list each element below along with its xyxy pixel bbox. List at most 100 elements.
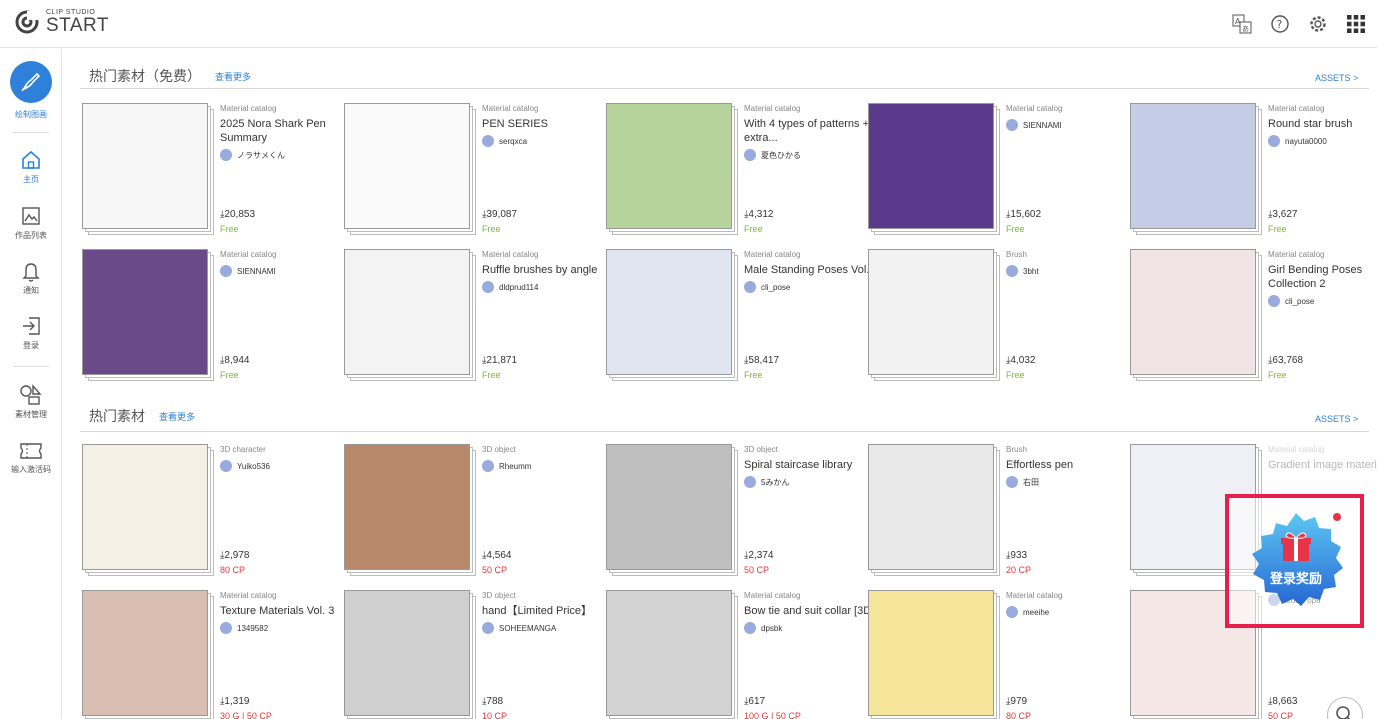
thumbnail-stack[interactable]: [82, 590, 214, 719]
thumbnail-stack[interactable]: [868, 103, 1000, 235]
thumbnail-stack[interactable]: [868, 249, 1000, 381]
material-title[interactable]: Gradient image material: [1268, 458, 1377, 472]
author-link[interactable]: nayuta0000: [1268, 135, 1377, 147]
login-reward-badge[interactable]: 登录奖励: [1246, 511, 1346, 611]
material-thumbnail[interactable]: [82, 249, 208, 375]
sidebar-item-serial-code[interactable]: 输入激活码: [0, 441, 62, 475]
author-link[interactable]: 右田: [1006, 476, 1146, 488]
material-thumbnail[interactable]: [82, 103, 208, 229]
material-thumbnail[interactable]: [868, 444, 994, 570]
material-card[interactable]: Material catalog With 4 types of patterns…: [606, 103, 869, 243]
material-title[interactable]: With 4 types of patterns + extra...: [744, 117, 884, 145]
author-link[interactable]: Yuiko536: [220, 460, 360, 472]
thumbnail-stack[interactable]: [606, 590, 738, 719]
thumbnail-stack[interactable]: [868, 444, 1000, 576]
material-title[interactable]: 2025 Nora Shark Pen Summary: [220, 117, 360, 145]
material-card[interactable]: Material catalog 2025 Nora Shark Pen Summ…: [82, 103, 326, 243]
author-link[interactable]: serqxca: [482, 135, 622, 147]
material-card[interactable]: Material catalog meeihe ⤓979 80 CP: [868, 590, 1108, 719]
thumbnail-stack[interactable]: [606, 103, 738, 235]
sidebar-item-home[interactable]: 主页: [0, 149, 62, 185]
clip-studio-logo[interactable]: CLIP STUDIO START: [14, 9, 109, 35]
material-thumbnail[interactable]: [606, 103, 732, 229]
material-card[interactable]: Material catalog PEN SERIES serqxca ⤓39,087…: [344, 103, 584, 243]
sidebar-item-materials[interactable]: 素材管理: [0, 384, 62, 420]
translate-icon[interactable]: Aあ: [1231, 13, 1253, 35]
material-title[interactable]: Male Standing Poses Vol. 7: [744, 263, 884, 277]
material-card[interactable]: Material catalog Male Standing Poses Vol.…: [606, 249, 879, 389]
assets-link-free[interactable]: ASSETS >: [1315, 73, 1358, 83]
author-link[interactable]: SIENNAMI: [220, 265, 360, 277]
material-thumbnail[interactable]: [344, 590, 470, 716]
author-link[interactable]: cli_pose: [1268, 295, 1377, 307]
author-link[interactable]: dpsbk: [744, 622, 884, 634]
thumbnail-stack[interactable]: [82, 249, 214, 381]
author-link[interactable]: SIENNAMI: [1006, 119, 1146, 131]
author-link[interactable]: dldprud114: [482, 281, 622, 293]
sidebar-item-notifications[interactable]: 通知: [0, 260, 62, 296]
author-link[interactable]: SOHEEMANGA: [482, 622, 622, 634]
material-title[interactable]: PEN SERIES: [482, 117, 622, 131]
material-card[interactable]: Brush 3bht ⤓4,032 Free: [868, 249, 1108, 389]
material-card[interactable]: Material catalog Ruffle brushes by angle d…: [344, 249, 597, 389]
thumbnail-stack[interactable]: [344, 444, 476, 576]
material-card[interactable]: Material catalog SIENNAMI ⤓15,602 Free: [868, 103, 1108, 243]
thumbnail-stack[interactable]: [868, 590, 1000, 719]
material-card[interactable]: Brush Effortless pen 右田 ⤓933 20 CP: [868, 444, 1108, 584]
thumbnail-stack[interactable]: [344, 249, 476, 381]
draw-button[interactable]: [10, 61, 52, 103]
see-more-link-free[interactable]: 查看更多: [215, 70, 251, 83]
material-title[interactable]: Bow tie and suit collar [3D]: [744, 604, 884, 618]
material-title[interactable]: Spiral staircase library: [744, 458, 884, 472]
material-thumbnail[interactable]: [82, 590, 208, 716]
author-link[interactable]: 夏色ひかる: [744, 149, 884, 161]
material-title[interactable]: Texture Materials Vol. 3: [220, 604, 360, 618]
author-link[interactable]: 3bht: [1006, 265, 1146, 277]
settings-icon[interactable]: [1307, 13, 1329, 35]
see-more-link-popular[interactable]: 查看更多: [159, 410, 195, 423]
material-thumbnail[interactable]: [606, 444, 732, 570]
material-title[interactable]: Effortless pen: [1006, 458, 1146, 472]
thumbnail-stack[interactable]: [344, 590, 476, 719]
material-thumbnail[interactable]: [868, 590, 994, 716]
thumbnail-stack[interactable]: [344, 103, 476, 235]
material-thumbnail[interactable]: [344, 103, 470, 229]
help-icon[interactable]: ?: [1269, 13, 1291, 35]
material-card[interactable]: Material catalog Texture Materials Vol. 3…: [82, 590, 334, 719]
draw-label[interactable]: 绘制图画: [0, 109, 62, 120]
material-card[interactable]: 3D object Spiral staircase library 5みかん ⤓2,…: [606, 444, 852, 584]
thumbnail-stack[interactable]: [1130, 249, 1262, 381]
material-thumbnail[interactable]: [606, 590, 732, 716]
author-link[interactable]: 1349582: [220, 622, 360, 634]
material-title[interactable]: Girl Bending Poses Collection 2: [1268, 263, 1377, 291]
thumbnail-stack[interactable]: [606, 249, 738, 381]
material-title[interactable]: hand【Limited Price】: [482, 604, 622, 618]
author-link[interactable]: Rheumm: [482, 460, 622, 472]
material-thumbnail[interactable]: [868, 249, 994, 375]
material-card[interactable]: 3D object hand【Limited Price】 SOHEEMANGA ⤓7…: [344, 590, 592, 719]
material-card[interactable]: Material catalog Round star brush nayuta00…: [1130, 103, 1370, 243]
material-thumbnail[interactable]: [1130, 103, 1256, 229]
author-link[interactable]: ノラサメくん: [220, 149, 360, 161]
material-thumbnail[interactable]: [606, 249, 732, 375]
material-card[interactable]: Material catalog SIENNAMI ⤓8,944 Free: [82, 249, 322, 389]
material-thumbnail[interactable]: [344, 249, 470, 375]
author-link[interactable]: cli_pose: [744, 281, 884, 293]
material-thumbnail[interactable]: [344, 444, 470, 570]
thumbnail-stack[interactable]: [1130, 103, 1262, 235]
material-thumbnail[interactable]: [868, 103, 994, 229]
author-link[interactable]: 5みかん: [744, 476, 884, 488]
material-card[interactable]: 3D object Rheumm ⤓4,564 50 CP: [344, 444, 584, 584]
material-card[interactable]: Material catalog Girl Bending Poses Colle…: [1130, 249, 1370, 389]
thumbnail-stack[interactable]: [82, 444, 214, 576]
assets-link-popular[interactable]: ASSETS >: [1315, 414, 1358, 424]
material-title[interactable]: Ruffle brushes by angle: [482, 263, 622, 277]
sidebar-item-artworks[interactable]: 作品列表: [0, 205, 62, 241]
search-fab-button[interactable]: [1327, 697, 1363, 719]
apps-grid-icon[interactable]: [1345, 13, 1367, 35]
material-card[interactable]: 3D character Yuiko536 ⤓2,978 80 CP: [82, 444, 322, 584]
author-link[interactable]: meeihe: [1006, 606, 1146, 618]
material-thumbnail[interactable]: [82, 444, 208, 570]
thumbnail-stack[interactable]: [606, 444, 738, 576]
sidebar-item-login[interactable]: 登录: [0, 315, 62, 351]
